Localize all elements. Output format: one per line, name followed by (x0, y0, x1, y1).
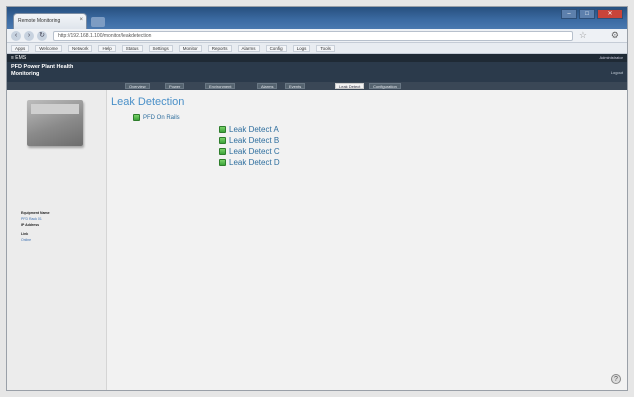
bookmarks-bar: Apps Welcome Network Help Status Settings Moni… (7, 43, 627, 54)
bookmark-item[interactable]: Network (67, 45, 93, 52)
forward-arrow-icon[interactable]: › (24, 31, 34, 41)
bookmark-item[interactable]: Alarms (237, 45, 260, 52)
window-controls: – □ ✕ (561, 9, 623, 19)
reload-icon[interactable]: ↻ (37, 31, 47, 41)
logout-link[interactable]: Logout (611, 70, 623, 75)
sidebar: Equipment Name PFD Rack 01 IP Address Li… (7, 90, 107, 390)
sensor-label: Leak Detect D (229, 158, 280, 167)
bookmark-item[interactable]: Config (265, 45, 287, 52)
browser-tab[interactable]: Remote Monitoring × (13, 13, 87, 29)
sensor-row: Leak Detect C (219, 147, 280, 156)
sensor-label: Leak Detect A (229, 125, 279, 134)
app-nav-tabs: Overview Power Environment Alarms Events Leak… (7, 82, 627, 90)
bookmark-star-icon[interactable]: ☆ (579, 30, 587, 41)
help-icon[interactable]: ? (611, 374, 621, 384)
photo-frame: Remote Monitoring × – □ ✕ ‹ › ↻ http://1… (0, 0, 634, 397)
status-led-icon (219, 159, 226, 166)
status-led-icon (219, 137, 226, 144)
nav-tab[interactable]: Environment (205, 83, 236, 89)
browser-tabstrip: Remote Monitoring × – □ ✕ (7, 7, 627, 29)
bookmark-item[interactable]: Status (121, 45, 143, 52)
status-led-icon (133, 114, 140, 121)
bookmark-item[interactable]: Logs (292, 45, 311, 52)
app-header: PFD Power Plant Health Monitoring Logout (7, 62, 627, 82)
account-label[interactable]: Administrator (599, 54, 623, 62)
menu-wrench-icon[interactable]: ⚙ (611, 30, 619, 41)
bookmark-item[interactable]: Apps (11, 45, 30, 52)
group-status: PFD On Rails (133, 114, 180, 121)
nav-tab[interactable]: Leak Detect (335, 83, 365, 89)
close-tab-icon[interactable]: × (79, 17, 83, 23)
sensor-row: Leak Detect A (219, 125, 279, 134)
sensor-row: Leak Detect B (219, 136, 279, 145)
nav-tab[interactable]: Alarms (257, 83, 278, 89)
browser-tab-title: Remote Monitoring (18, 18, 61, 24)
ip-label: IP Address (21, 223, 40, 227)
device-image (27, 100, 83, 146)
minimize-button[interactable]: – (561, 9, 577, 19)
bookmark-item[interactable]: Monitor (178, 45, 202, 52)
page-title: PFD Power Plant Health Monitoring (11, 64, 74, 77)
browser-window: Remote Monitoring × – □ ✕ ‹ › ↻ http://1… (6, 6, 628, 391)
link-status[interactable]: Online (21, 237, 50, 243)
app-topbar: ≡ EMS Administrator (7, 54, 627, 62)
web-page: ≡ EMS Administrator PFD Power Plant Heal… (7, 54, 627, 390)
app-logo[interactable]: ≡ EMS (11, 54, 26, 62)
address-bar[interactable]: http://192.168.1.100/monitor/leakdetecti… (53, 31, 573, 41)
sensor-label: Leak Detect C (229, 147, 280, 156)
nav-tab[interactable]: Overview (125, 83, 150, 89)
sensor-row: Leak Detect D (219, 158, 280, 167)
nav-tab[interactable]: Configuration (369, 83, 401, 89)
close-window-button[interactable]: ✕ (597, 9, 623, 19)
group-label: PFD On Rails (143, 114, 180, 121)
new-tab-button[interactable] (91, 17, 105, 27)
status-led-icon (219, 148, 226, 155)
bookmark-item[interactable]: Welcome (35, 45, 62, 52)
bookmark-item[interactable]: Tools (316, 45, 335, 52)
section-heading: Leak Detection (111, 96, 185, 108)
main-content: Leak Detection PFD On Rails Leak Detect … (107, 90, 627, 390)
browser-toolbar: ‹ › ↻ http://192.168.1.100/monitor/leakd… (7, 29, 627, 43)
bookmark-item[interactable]: Help (98, 45, 116, 52)
maximize-button[interactable]: □ (579, 9, 595, 19)
nav-tab[interactable]: Power (165, 83, 185, 89)
nav-tab[interactable]: Events (285, 83, 306, 89)
sensor-label: Leak Detect B (229, 136, 280, 145)
back-arrow-icon[interactable]: ‹ (11, 31, 21, 41)
status-led-icon (219, 126, 226, 133)
bookmark-item[interactable]: Settings (148, 45, 173, 52)
bookmark-item[interactable]: Reports (207, 45, 232, 52)
device-info: Equipment Name PFD Rack 01 IP Address Li… (21, 210, 50, 243)
